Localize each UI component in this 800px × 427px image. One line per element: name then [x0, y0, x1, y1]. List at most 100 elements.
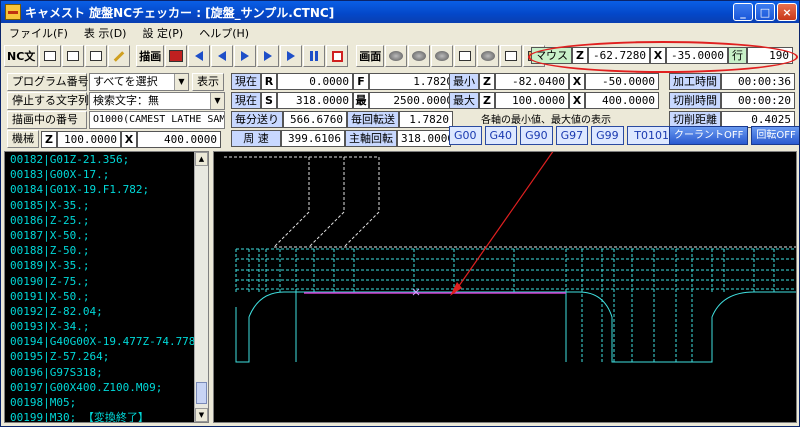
list-button[interactable]: [85, 45, 108, 67]
code-line[interactable]: 00192|Z-82.04;: [5, 304, 208, 319]
profile-path: [235, 291, 796, 363]
drawing-view[interactable]: [213, 151, 797, 423]
cutting-time-label: 切削時間: [669, 92, 721, 109]
rewind-icon: [195, 51, 204, 61]
stop-string-select[interactable]: 検索文字：無 ▼: [89, 92, 225, 110]
per-min-value: 566.6760: [283, 111, 347, 128]
gcode-g97[interactable]: G97: [555, 126, 589, 145]
code-line[interactable]: 00184|G01X-19.F1.782;: [5, 182, 208, 197]
code-line[interactable]: 00199|M30; 【変換終了】: [5, 410, 208, 422]
scroll-thumb[interactable]: [196, 382, 207, 404]
now-label-2: 現在: [231, 92, 261, 109]
drawing-number-value: O1000(CAMEST LATHE SAMPLE: [89, 111, 225, 129]
code-line[interactable]: 00191|X-50.;: [5, 289, 208, 304]
pencil-button[interactable]: [108, 45, 131, 67]
coolant-toggle-button[interactable]: クーラントOFF: [669, 126, 749, 145]
play-button[interactable]: [234, 45, 257, 67]
pencil-icon: [113, 50, 125, 62]
program-select[interactable]: すべてを選択 ▼: [89, 73, 189, 91]
code-line[interactable]: 00186|Z-25.;: [5, 213, 208, 228]
scroll-down-icon[interactable]: ▼: [195, 408, 208, 422]
window-title: キャメスト 旋盤NCチェッカー : [旋盤_サンプル.CTNC]: [25, 5, 335, 20]
machining-time-value: 00:00:36: [721, 73, 795, 90]
app-icon[interactable]: [5, 4, 21, 20]
code-line[interactable]: 00187|X-50.;: [5, 228, 208, 243]
scroll-up-icon[interactable]: ▲: [195, 152, 208, 166]
chevron-down-icon: ▼: [210, 93, 224, 109]
pause-icon: [310, 51, 319, 61]
speed-row: 周 速 399.6106 主軸回転 318.0000: [231, 130, 454, 147]
stop-string-button[interactable]: 停止する文字列: [7, 92, 89, 110]
close-button[interactable]: ×: [777, 3, 797, 21]
program-row: プログラム番号 すべてを選択 ▼ 表示: [7, 73, 224, 91]
menu-settings[interactable]: 設 定(P): [134, 25, 191, 41]
spindle-label: 主軸回転: [345, 130, 397, 147]
maximize-button[interactable]: □: [755, 3, 775, 21]
open-folder-button[interactable]: [39, 45, 62, 67]
gcode-g99[interactable]: G99: [591, 126, 624, 145]
gcode-g00[interactable]: G00: [449, 126, 482, 145]
app-window: キャメスト 旋盤NCチェッカー : [旋盤_サンプル.CTNC] _ □ × フ…: [0, 0, 800, 427]
code-line[interactable]: 00196|G97S318;: [5, 365, 208, 380]
view-2-button[interactable]: [408, 45, 431, 67]
rapid-line-2: [308, 156, 345, 248]
code-line[interactable]: 00194|G40G00X-19.477Z-74.778: [5, 334, 208, 349]
fast-forward-icon: [264, 51, 273, 61]
per-min-label: 毎分送り: [231, 111, 283, 128]
minmax-caption: 各軸の最小値、最大値の表示: [481, 115, 611, 126]
minimize-button[interactable]: _: [733, 3, 753, 21]
menu-view[interactable]: 表 示(D): [76, 25, 135, 41]
tool-button[interactable]: [165, 45, 188, 67]
max-z-axis: Z: [479, 92, 495, 109]
fit-button[interactable]: [454, 45, 477, 67]
machine-label: 機械: [7, 130, 39, 148]
code-line[interactable]: 00195|Z-57.264;: [5, 349, 208, 364]
code-line[interactable]: 00189|X-35.;: [5, 258, 208, 273]
draw-button[interactable]: 描画: [136, 45, 165, 67]
menu-bar: ファイル(F) 表 示(D) 設 定(P) ヘルプ(H): [1, 23, 799, 42]
min-x-value: -50.0000: [585, 73, 659, 90]
nc-code-panel[interactable]: 00182|G01Z-21.356; 00183|G00X-17.; 00184|G…: [4, 151, 209, 423]
rotation-toggle-button[interactable]: 回転OFF: [751, 126, 799, 145]
r-value: 0.0000: [277, 73, 353, 90]
eraser-button[interactable]: [500, 45, 523, 67]
program-select-value: すべてを選択: [93, 75, 158, 88]
code-line[interactable]: 00185|X-35.;: [5, 198, 208, 213]
toolbar-separator: [131, 45, 136, 67]
code-scrollbar[interactable]: ▲ ▼: [194, 152, 208, 422]
f-value: 1.7820: [369, 73, 457, 90]
program-number-button[interactable]: プログラム番号: [7, 73, 89, 91]
edit-button[interactable]: [62, 45, 85, 67]
cutting-time-value: 00:00:20: [721, 92, 795, 109]
max-row: 最大 Z 100.0000 X 400.0000: [449, 92, 659, 109]
code-line[interactable]: 00182|G01Z-21.356;: [5, 152, 208, 167]
menu-help[interactable]: ヘルプ(H): [191, 25, 257, 41]
nc-code-list: 00182|G01Z-21.356; 00183|G00X-17.; 00184|G…: [5, 152, 208, 422]
step-back-button[interactable]: [211, 45, 234, 67]
end-button[interactable]: [280, 45, 303, 67]
fast-forward-button[interactable]: [257, 45, 280, 67]
menu-file[interactable]: ファイル(F): [1, 25, 76, 41]
pause-button[interactable]: [303, 45, 326, 67]
screen-button[interactable]: 画面: [356, 45, 385, 67]
display-button[interactable]: 表示: [192, 73, 224, 91]
gcode-g40[interactable]: G40: [484, 126, 518, 145]
view-3-button[interactable]: [431, 45, 454, 67]
view-1-button[interactable]: [385, 45, 408, 67]
max-value: 2500.0000: [369, 92, 457, 109]
code-line[interactable]: 00193|X-34.;: [5, 319, 208, 334]
rewind-start-button[interactable]: [188, 45, 211, 67]
folder-icon: [44, 51, 57, 61]
code-line[interactable]: 00188|Z-50.;: [5, 243, 208, 258]
gcode-g90[interactable]: G90: [520, 126, 553, 145]
stop-button[interactable]: [326, 45, 349, 67]
machine-row: 機械 Z 100.0000 X 400.0000: [7, 130, 221, 148]
code-line[interactable]: 00183|G00X-17.;: [5, 167, 208, 182]
nc-text-button[interactable]: NC文: [4, 45, 39, 67]
view-1-icon: [389, 51, 404, 61]
code-line[interactable]: 00190|Z-75.;: [5, 274, 208, 289]
code-line[interactable]: 00198|M05;: [5, 395, 208, 410]
stop-string-value: 検索文字：無: [93, 94, 159, 107]
hand-button[interactable]: [477, 45, 500, 67]
code-line[interactable]: 00197|G00X400.Z100.M09;: [5, 380, 208, 395]
